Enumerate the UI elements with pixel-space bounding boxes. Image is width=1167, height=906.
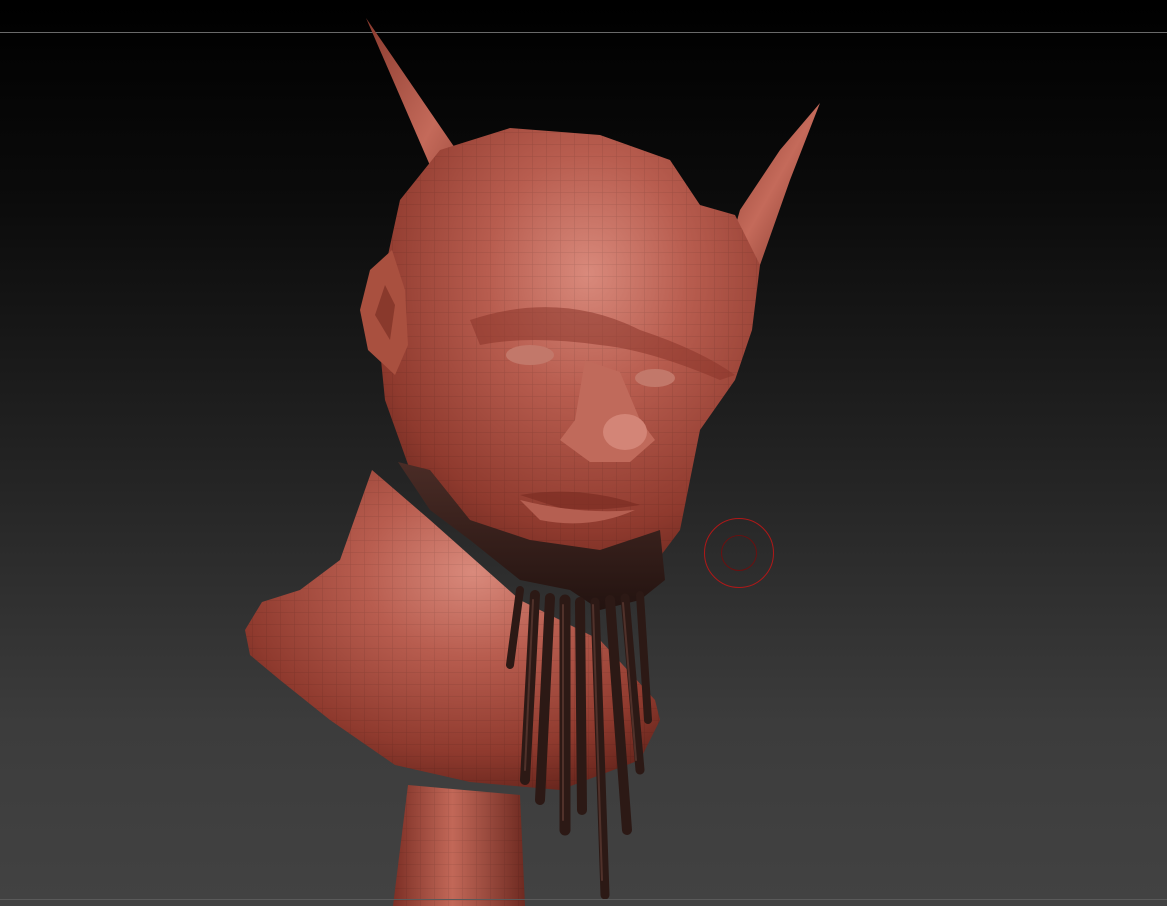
brush-cursor-inner-ring	[721, 535, 757, 571]
stand-post	[393, 785, 525, 906]
sculpt-model[interactable]	[0, 0, 1167, 906]
head	[378, 128, 760, 585]
brush-cursor-circle[interactable]	[704, 518, 774, 588]
zbrush-canvas-viewport[interactable]	[0, 0, 1167, 906]
canvas-bottom-border	[0, 899, 1167, 900]
